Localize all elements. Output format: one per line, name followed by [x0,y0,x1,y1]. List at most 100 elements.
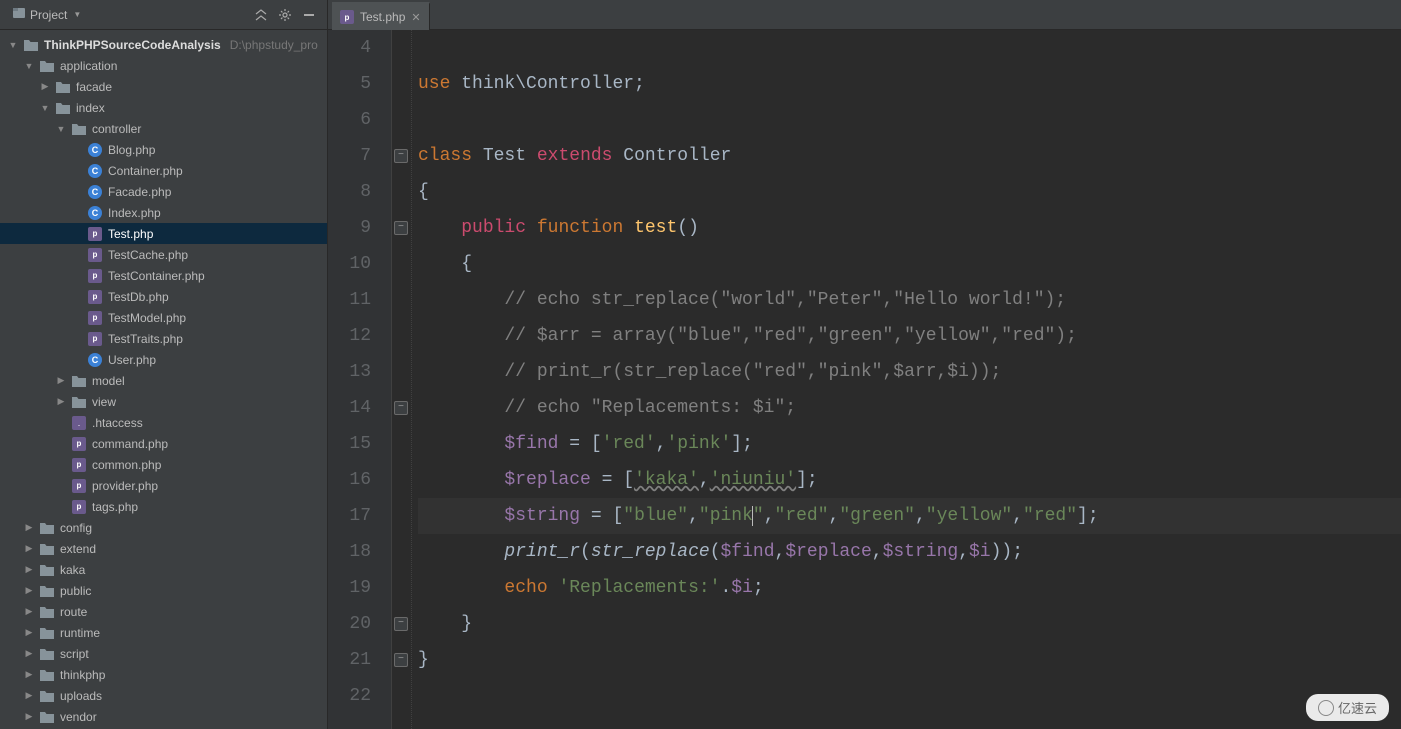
fold-toggle-icon[interactable]: − [394,401,408,415]
code-line[interactable]: } [418,606,1401,642]
tree-item[interactable]: ▶model [0,370,327,391]
tree-item[interactable]: ▶extend [0,538,327,559]
code-area[interactable]: use think\Controller; class Test extends… [412,30,1401,729]
folder-icon [71,121,87,137]
tree-arrow-icon[interactable]: ▶ [24,543,34,554]
tree-item[interactable]: ▼controller [0,118,327,139]
php-file-icon: p [340,10,354,24]
tree-arrow-icon[interactable]: ▶ [24,669,34,680]
tree-item[interactable]: ▶facade [0,76,327,97]
tab-test-php[interactable]: p Test.php ✕ [332,2,430,30]
tree-item[interactable]: ▶thinkphp [0,664,327,685]
tree-arrow-icon[interactable]: ▶ [24,606,34,617]
project-dropdown[interactable]: Project ▼ [6,2,87,27]
tree-item[interactable]: ▶config [0,517,327,538]
close-icon[interactable]: ✕ [411,11,420,24]
code-line[interactable]: // $arr = array("blue","red","green","ye… [418,318,1401,354]
tree-arrow-icon[interactable]: ▶ [40,81,50,92]
tree-arrow-icon[interactable]: ▼ [24,61,34,71]
tree-arrow-icon[interactable]: ▶ [24,711,34,722]
code-line[interactable]: } [418,642,1401,678]
tree-item[interactable]: ▶script [0,643,327,664]
tree-item[interactable]: pTestContainer.php [0,265,327,286]
tree-item[interactable]: ▶public [0,580,327,601]
tree-arrow-icon[interactable]: ▶ [56,375,66,386]
tree-item[interactable]: pTestCache.php [0,244,327,265]
fold-toggle-icon[interactable]: − [394,149,408,163]
tree-item[interactable]: CUser.php [0,349,327,370]
tree-item-label: Test.php [108,227,153,241]
tree-item-label: uploads [60,689,102,703]
tree-arrow-icon[interactable]: ▶ [24,648,34,659]
tree-item[interactable]: pcommon.php [0,454,327,475]
tree-item[interactable]: ▼application [0,55,327,76]
code-line[interactable]: // echo str_replace("world","Peter","Hel… [418,282,1401,318]
line-number: 16 [328,462,371,498]
tree-item[interactable]: pTestTraits.php [0,328,327,349]
code-line[interactable]: use think\Controller; [418,66,1401,102]
fold-toggle-icon[interactable]: − [394,221,408,235]
tree-item[interactable]: ▼index [0,97,327,118]
fold-toggle-icon[interactable]: − [394,617,408,631]
tree-item[interactable]: ..htaccess [0,412,327,433]
tree-item[interactable]: pcommand.php [0,433,327,454]
code-line[interactable]: echo 'Replacements:'.$i; [418,570,1401,606]
code-line[interactable] [418,102,1401,138]
tree-item[interactable]: ▶route [0,601,327,622]
tree-item[interactable]: CContainer.php [0,160,327,181]
gutter: 45678910111213141516171819202122 [328,30,392,729]
tree-item[interactable]: pprovider.php [0,475,327,496]
tree-item[interactable]: ▶ uploads [0,685,327,706]
code-line[interactable] [418,678,1401,714]
tree-item[interactable]: CBlog.php [0,139,327,160]
code-line[interactable]: // echo "Replacements: $i"; [418,390,1401,426]
code-line[interactable]: print_r(str_replace($find,$replace,$stri… [418,534,1401,570]
code-line[interactable]: $string = ["blue","pink","red","green","… [418,498,1401,534]
tree-item[interactable]: ▶runtime [0,622,327,643]
tree-arrow-icon[interactable]: ▼ [8,40,18,50]
tree-item[interactable]: ▶view [0,391,327,412]
project-tree[interactable]: ▼ThinkPHPSourceCodeAnalysisD:\phpstudy_p… [0,30,328,729]
tree-arrow-icon[interactable]: ▶ [24,522,34,533]
gear-icon[interactable] [273,3,297,27]
tree-arrow-icon[interactable]: ▼ [56,124,66,134]
tree-arrow-icon[interactable]: ▶ [56,396,66,407]
code-line[interactable]: $replace = ['kaka','niuniu']; [418,462,1401,498]
tree-arrow-icon[interactable]: ▶ [24,690,34,701]
php-file-icon: p [71,436,87,452]
tree-item-label: tags.php [92,500,138,514]
code-line[interactable]: { [418,174,1401,210]
tree-arrow-icon[interactable]: ▶ [24,585,34,596]
tree-arrow-icon[interactable]: ▶ [24,627,34,638]
tree-item-label: kaka [60,563,85,577]
tree-item-label: TestCache.php [108,248,188,262]
tree-item[interactable]: CIndex.php [0,202,327,223]
code-line[interactable]: // print_r(str_replace("red","pink",$arr… [418,354,1401,390]
line-number: 7 [328,138,371,174]
line-number: 19 [328,570,371,606]
tree-item[interactable]: pTest.php [0,223,327,244]
tree-arrow-icon[interactable]: ▶ [24,564,34,575]
tree-item[interactable]: pTestModel.php [0,307,327,328]
line-number: 8 [328,174,371,210]
tree-item[interactable]: ▶vendor [0,706,327,727]
code-line[interactable]: $find = ['red','pink']; [418,426,1401,462]
editor[interactable]: 45678910111213141516171819202122 −−−−− u… [328,30,1401,729]
hide-icon[interactable] [297,3,321,27]
code-line[interactable]: public function test() [418,210,1401,246]
collapse-all-icon[interactable] [249,3,273,27]
code-line[interactable] [418,30,1401,66]
tree-item-label: .htaccess [92,416,143,430]
tree-arrow-icon[interactable]: ▼ [40,103,50,113]
code-line[interactable]: { [418,246,1401,282]
tree-item[interactable]: CFacade.php [0,181,327,202]
code-line[interactable]: class Test extends Controller [418,138,1401,174]
tree-item[interactable]: pTestDb.php [0,286,327,307]
tree-item[interactable]: ▼ThinkPHPSourceCodeAnalysisD:\phpstudy_p… [0,34,327,55]
fold-toggle-icon[interactable]: − [394,653,408,667]
tree-item-label: Facade.php [108,185,171,199]
tree-item[interactable]: ptags.php [0,496,327,517]
tree-item[interactable]: ▶ kaka [0,559,327,580]
line-number: 6 [328,102,371,138]
line-number: 13 [328,354,371,390]
